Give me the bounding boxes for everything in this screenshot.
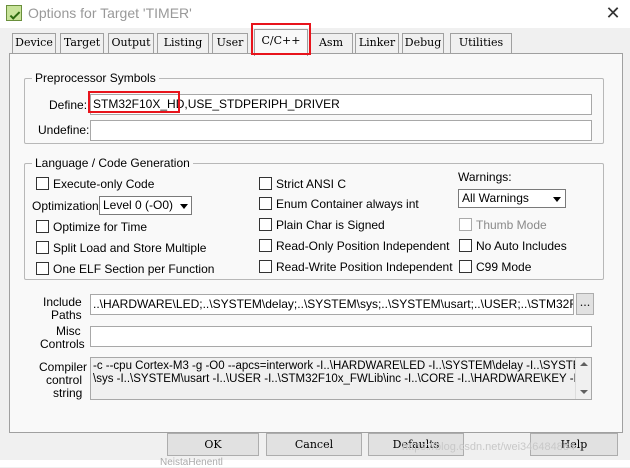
rw-pi-checkbox[interactable] — [259, 260, 272, 273]
strict-ansi-checkbox[interactable] — [259, 177, 272, 190]
optimization-label: Optimization: — [32, 199, 103, 213]
scroll-up-icon[interactable] — [580, 362, 588, 366]
undefine-label: Undefine: — [38, 123, 90, 137]
define-label: Define: — [49, 98, 88, 112]
compiler-control-label-line1: Compiler — [39, 360, 88, 374]
execute-only-label: Execute-only Code — [53, 177, 155, 191]
ok-button[interactable]: OK — [167, 433, 259, 456]
split-load-checkbox[interactable] — [36, 241, 49, 254]
tab-device[interactable]: Device — [12, 33, 56, 54]
ro-pi-checkbox[interactable] — [259, 239, 272, 252]
strict-ansi-label: Strict ANSI C — [276, 177, 347, 191]
undefine-field[interactable] — [90, 120, 592, 141]
no-auto-includes-label: No Auto Includes — [476, 239, 567, 253]
thumb-mode-checkbox — [459, 218, 472, 231]
warnings-select[interactable]: All Warnings — [458, 189, 566, 208]
chevron-down-icon — [553, 197, 561, 202]
tab-user[interactable]: User — [212, 33, 248, 54]
tab-output[interactable]: Output — [108, 33, 154, 54]
compiler-control-line1: -c --cpu Cortex-M3 -g -O0 --apcs=interwo… — [93, 360, 591, 372]
include-paths-field[interactable]: ..\HARDWARE\LED;..\SYSTEM\delay;..\SYSTE… — [90, 294, 574, 315]
c99-mode-checkbox[interactable] — [459, 260, 472, 273]
cancel-button[interactable]: Cancel — [266, 433, 362, 456]
compiler-control-scrollbar[interactable] — [575, 358, 591, 399]
misc-controls-label-line2: Controls — [40, 337, 85, 351]
one-elf-checkbox[interactable] — [36, 262, 49, 275]
optimize-time-checkbox[interactable] — [36, 220, 49, 233]
rw-pi-label: Read-Write Position Independent — [276, 260, 453, 274]
enum-container-checkbox[interactable] — [259, 197, 272, 210]
tab-listing[interactable]: Listing — [157, 33, 209, 54]
tab-utilities[interactable]: Utilities — [450, 33, 512, 54]
include-paths-label-line1: Include — [43, 295, 82, 309]
no-auto-includes-checkbox[interactable] — [459, 239, 472, 252]
optimization-select[interactable]: Level 0 (-O0) — [99, 196, 192, 215]
compiler-control-line2: \sys -I..\SYSTEM\usart -I..\USER -I..\ST… — [93, 373, 584, 385]
window-title: Options for Target 'TIMER' — [28, 5, 192, 21]
tab-linker[interactable]: Linker — [355, 33, 399, 54]
warnings-value: All Warnings — [462, 191, 529, 205]
compiler-control-label-line2: control — [46, 373, 83, 387]
warnings-label: Warnings: — [458, 170, 512, 184]
optimize-time-label: Optimize for Time — [53, 220, 148, 234]
c99-mode-label: C99 Mode — [476, 260, 532, 274]
tab-debug[interactable]: Debug — [402, 33, 444, 54]
preprocessor-group-label: Preprocessor Symbols — [32, 71, 159, 85]
include-paths-browse-button[interactable]: ... — [576, 293, 594, 315]
plain-char-label: Plain Char is Signed — [276, 218, 385, 232]
plain-char-checkbox[interactable] — [259, 218, 272, 231]
compiler-control-label-line3: string — [53, 386, 83, 400]
execute-only-checkbox[interactable] — [36, 177, 49, 190]
language-group-label: Language / Code Generation — [32, 156, 193, 170]
background-fragment-text: NeistaHenentl — [160, 457, 223, 468]
enum-container-label: Enum Container always int — [276, 197, 419, 211]
one-elf-label: One ELF Section per Function — [53, 262, 215, 276]
watermark-text: https://blog.csdn.net/wei346484884 — [402, 441, 576, 453]
scroll-down-icon[interactable] — [580, 390, 588, 394]
misc-controls-field[interactable] — [90, 326, 592, 347]
thumb-mode-label: Thumb Mode — [476, 218, 547, 232]
ro-pi-label: Read-Only Position Independent — [276, 239, 450, 253]
tab-asm[interactable]: Asm — [309, 33, 353, 54]
chevron-down-icon — [180, 204, 188, 209]
close-icon[interactable]: ✕ — [600, 1, 626, 25]
misc-controls-label-line1: Misc — [56, 324, 81, 338]
optimization-value: Level 0 (-O0) — [103, 198, 174, 212]
split-load-label: Split Load and Store Multiple — [53, 241, 207, 255]
tab-target[interactable]: Target — [60, 33, 104, 54]
background-strip — [0, 460, 630, 467]
keil-app-icon — [6, 5, 22, 21]
include-paths-label-line2: Paths — [51, 308, 82, 322]
compiler-control-string: -c --cpu Cortex-M3 -g -O0 --apcs=interwo… — [90, 357, 592, 400]
define-field[interactable]: STM32F10X_HD,USE_STDPERIPH_DRIVER — [90, 94, 592, 115]
tab-c-cpp[interactable]: C/C++ — [254, 29, 308, 56]
